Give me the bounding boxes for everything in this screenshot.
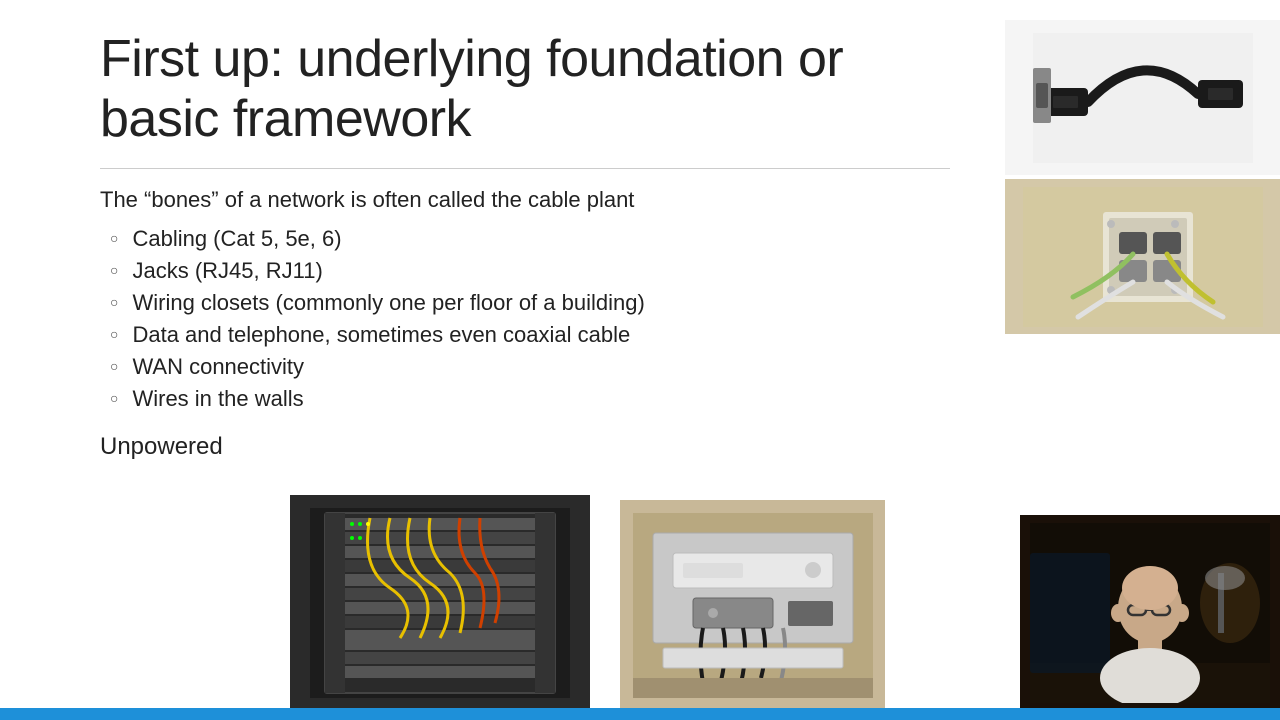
slide-container: First up: underlying foundation or basic…	[0, 0, 1280, 720]
cable-image	[1005, 20, 1280, 175]
bottom-images	[290, 495, 885, 710]
webcam-overlay	[1020, 515, 1280, 710]
list-item: Wiring closets (commonly one per floor o…	[110, 287, 950, 319]
slide-title: First up: underlying foundation or basic…	[100, 30, 950, 150]
title-divider	[100, 168, 950, 169]
list-item: WAN connectivity	[110, 351, 950, 383]
right-images-panel	[1005, 20, 1280, 334]
bottom-bar	[0, 708, 1280, 720]
server-rack-image	[290, 495, 590, 710]
jack-image	[1005, 179, 1280, 334]
list-item: Data and telephone, sometimes even coaxi…	[110, 319, 950, 351]
intro-text: The “bones” of a network is often called…	[100, 187, 950, 213]
list-item: Jacks (RJ45, RJ11)	[110, 255, 950, 287]
list-item: Wires in the walls	[110, 383, 950, 415]
section-header: Unpowered	[100, 433, 950, 461]
bullet-list: Cabling (Cat 5, 5e, 6) Jacks (RJ45, RJ11…	[110, 223, 950, 415]
wiring-closet-image	[620, 500, 885, 710]
list-item: Cabling (Cat 5, 5e, 6)	[110, 223, 950, 255]
